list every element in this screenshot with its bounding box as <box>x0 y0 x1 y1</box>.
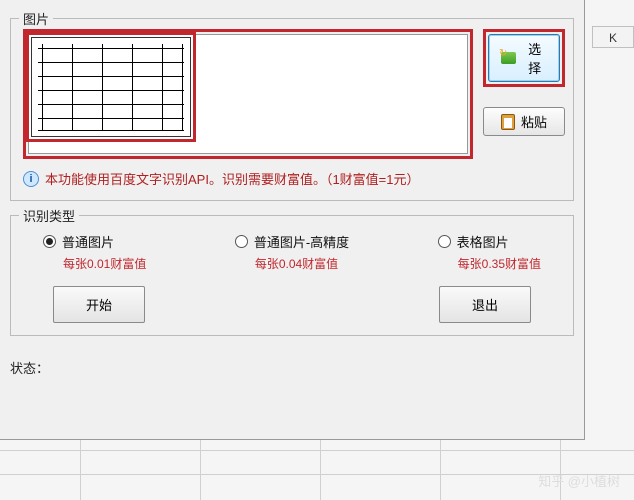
clipboard-icon <box>501 114 515 130</box>
radio-label-text: 普通图片-高精度 <box>254 232 349 251</box>
spreadsheet-grid <box>0 440 634 500</box>
start-button[interactable]: 开始 <box>53 286 145 323</box>
radio-circle-icon <box>438 235 451 248</box>
column-header-k[interactable]: K <box>592 26 634 48</box>
info-icon: i <box>23 171 39 187</box>
radio-item-normal: 普通图片 每张0.01财富值 <box>43 232 146 272</box>
status-label: 状态： <box>10 358 574 377</box>
radio-table[interactable]: 表格图片 <box>438 232 509 251</box>
picture-refresh-icon <box>501 52 516 64</box>
radio-label-text: 普通图片 <box>62 232 114 251</box>
action-row: 开始 退出 <box>23 272 561 323</box>
watermark: 知乎 @小植树 <box>538 471 620 490</box>
radio-item-highprec: 普通图片-高精度 每张0.04财富值 <box>235 232 349 272</box>
radio-highprec[interactable]: 普通图片-高精度 <box>235 232 349 251</box>
exit-button[interactable]: 退出 <box>439 286 531 323</box>
radio-circle-icon <box>235 235 248 248</box>
thumbnail-highlight-frame <box>26 32 196 142</box>
paste-button[interactable]: 粘贴 <box>483 107 565 136</box>
start-button-label: 开始 <box>86 298 112 313</box>
radio-label-text: 表格图片 <box>457 232 509 251</box>
image-preview-box[interactable] <box>28 34 468 154</box>
side-button-column: 选择 粘贴 <box>483 29 565 136</box>
type-group: 识别类型 普通图片 每张0.01财富值 普通图片-高精度 每张0.04财富值 <box>10 215 574 336</box>
preview-thumbnail <box>31 37 191 137</box>
type-group-label: 识别类型 <box>19 206 79 225</box>
price-normal: 每张0.01财富值 <box>63 255 146 272</box>
image-group-label: 图片 <box>19 9 53 28</box>
info-text: 本功能使用百度文字识别API。识别需要财富值。（1财富值=1元） <box>45 169 420 188</box>
select-button-highlight: 选择 <box>483 29 565 87</box>
exit-button-label: 退出 <box>472 298 498 313</box>
select-button[interactable]: 选择 <box>488 34 560 82</box>
preview-highlight-frame <box>23 29 473 159</box>
paste-button-label: 粘贴 <box>521 112 547 131</box>
price-table: 每张0.35财富值 <box>458 255 541 272</box>
select-button-label: 选择 <box>522 39 547 77</box>
radio-item-table: 表格图片 每张0.35财富值 <box>438 232 541 272</box>
radio-circle-icon <box>43 235 56 248</box>
info-row: i 本功能使用百度文字识别API。识别需要财富值。（1财富值=1元） <box>23 169 561 188</box>
image-group: 图片 <box>10 18 574 201</box>
radio-normal[interactable]: 普通图片 <box>43 232 114 251</box>
price-highprec: 每张0.04财富值 <box>255 255 338 272</box>
radio-row: 普通图片 每张0.01财富值 普通图片-高精度 每张0.04财富值 表格图片 每… <box>23 226 561 272</box>
ocr-dialog: 图片 <box>0 0 585 440</box>
image-row: 选择 粘贴 <box>23 29 561 159</box>
